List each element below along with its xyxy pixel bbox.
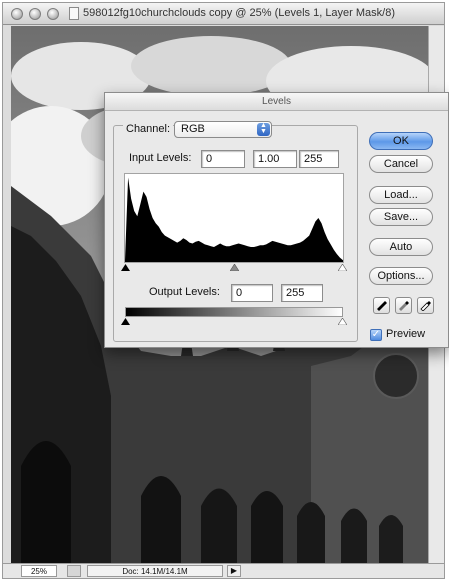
channel-label: Channel:	[123, 123, 174, 135]
load-button[interactable]: Load...	[369, 186, 433, 204]
output-white-slider[interactable]	[338, 318, 347, 325]
preview-checkbox[interactable]: ✓	[370, 329, 382, 341]
preview-label: Preview	[386, 328, 426, 340]
output-slider-track[interactable]	[121, 318, 347, 326]
auto-button[interactable]: Auto	[369, 238, 433, 256]
output-black-slider[interactable]	[121, 318, 130, 325]
zoom-level-field[interactable]: 25%	[21, 565, 57, 577]
output-shadows-field[interactable]: 0	[231, 284, 273, 302]
save-button[interactable]: Save...	[369, 208, 433, 226]
document-proxy-icon[interactable]	[69, 7, 79, 20]
white-point-slider[interactable]	[338, 264, 347, 271]
input-slider-track[interactable]	[121, 264, 347, 272]
document-size-readout: Doc: 14.1M/14.1M	[87, 565, 223, 577]
output-gradient-bar	[125, 307, 343, 317]
gray-eyedropper-icon[interactable]	[395, 297, 412, 314]
input-shadows-field[interactable]: 0	[201, 150, 245, 168]
levels-title: Levels	[262, 96, 291, 107]
select-arrows-icon: ▲ ▼	[257, 122, 270, 136]
midtone-slider[interactable]	[230, 264, 239, 271]
output-levels-label: Output Levels:	[149, 286, 220, 298]
status-bar: 25% Doc: 14.1M/14.1M ▶	[3, 563, 444, 578]
status-menu-arrow-icon[interactable]: ▶	[227, 565, 241, 577]
levels-titlebar[interactable]: Levels	[105, 93, 448, 111]
cancel-button[interactable]: Cancel	[369, 155, 433, 173]
options-button[interactable]: Options...	[369, 267, 433, 285]
input-highlights-field[interactable]: 255	[299, 150, 339, 168]
minimize-window-icon[interactable]	[29, 8, 41, 20]
channel-value: RGB	[181, 123, 205, 135]
histogram-area	[125, 177, 343, 262]
ok-button[interactable]: OK	[369, 132, 433, 150]
white-eyedropper-icon[interactable]	[417, 297, 434, 314]
black-point-slider[interactable]	[121, 264, 130, 271]
input-levels-label: Input Levels:	[129, 152, 192, 164]
histogram	[124, 173, 344, 263]
histogram-graph	[125, 177, 343, 262]
levels-dialog: Levels Channel: RGB ▲ ▼ Input Levels: 0 1…	[104, 92, 449, 348]
document-titlebar[interactable]: 598012fg10churchclouds copy @ 25% (Level…	[3, 3, 444, 25]
channel-select[interactable]: RGB ▲ ▼	[174, 121, 272, 138]
status-options-icon[interactable]	[67, 565, 81, 577]
close-window-icon[interactable]	[11, 8, 23, 20]
black-eyedropper-icon[interactable]	[373, 297, 390, 314]
zoom-window-icon[interactable]	[47, 8, 59, 20]
input-midtones-field[interactable]: 1.00	[253, 150, 297, 168]
document-title: 598012fg10churchclouds copy @ 25% (Level…	[83, 7, 396, 19]
output-highlights-field[interactable]: 255	[281, 284, 323, 302]
